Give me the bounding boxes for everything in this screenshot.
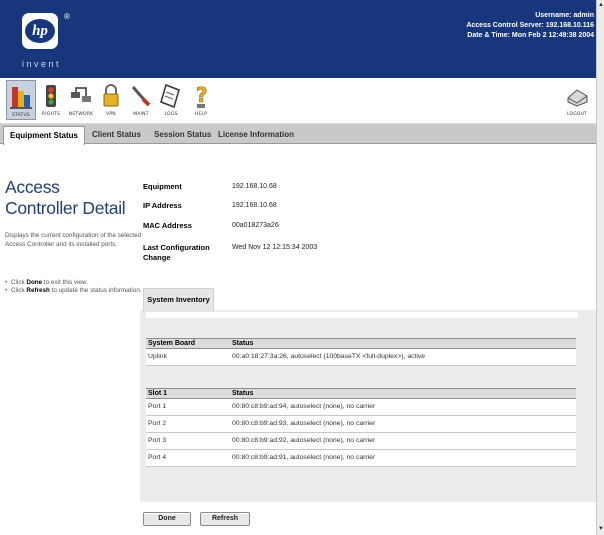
tip-refresh-prefix: Click: [11, 287, 27, 294]
toolbar-logs-label: LOGS: [164, 112, 178, 117]
help-tips: Click Done to exit this view. Click Refr…: [5, 279, 143, 295]
brand-tagline: invent: [22, 59, 62, 69]
port-name: Uplink: [148, 353, 167, 360]
inventory-top-divider: [146, 312, 578, 318]
toolbar-maint-button[interactable]: MAINT: [126, 82, 156, 117]
toolbar-network-label: NETWORK: [68, 112, 94, 117]
datetime-label: Date & Time:: [467, 32, 510, 39]
last-config-change-value: Wed Nov 12 12:15:34 2003: [232, 244, 318, 251]
table-row: Uplink 00:a0:18:27:3a:26, autoselect (10…: [146, 349, 576, 366]
port-name: Port 3: [148, 437, 167, 444]
mac-address-value: 00a018273a26: [232, 222, 279, 229]
system-board-table: System Board Status Uplink 00:a0:18:27:3…: [146, 338, 576, 366]
session-info: Username: admin Access Control Server: 1…: [466, 11, 594, 41]
tab-license-information[interactable]: License Information: [212, 126, 300, 144]
maint-icon: [131, 86, 151, 107]
system-board-heading: System Board: [148, 340, 196, 347]
system-board-status-heading: Status: [232, 340, 254, 347]
page-description: Displays the current configuration of th…: [5, 232, 142, 248]
port-status: 00:80:c8:b9:ad:92, autoselect (none), no…: [232, 437, 376, 444]
server-value: 192.168.10.116: [545, 22, 594, 29]
datetime-value: Mon Feb 2 12:49:38 2004: [511, 32, 594, 39]
server-label: Access Control Server:: [466, 22, 544, 29]
username-value: admin: [573, 12, 594, 19]
tab-client-status[interactable]: Client Status: [86, 126, 147, 144]
svg-text:?: ?: [196, 83, 208, 107]
system-board-header: System Board Status: [146, 338, 576, 349]
tip-refresh-suffix: to update the status information.: [49, 287, 142, 294]
toolbar-help-label: HELP: [194, 112, 208, 117]
toolbar-network-button[interactable]: NETWORK: [66, 82, 96, 117]
tab-equipment-status[interactable]: Equipment Status: [3, 126, 86, 145]
done-button[interactable]: Done: [143, 512, 191, 526]
toolbar-logs-button[interactable]: LOGS: [156, 82, 186, 117]
ip-address-label: IP Address: [143, 201, 182, 210]
toolbar-rights-label: RIGHTS: [41, 112, 61, 117]
toolbar-maint-label: MAINT: [133, 112, 149, 117]
status-icon: [10, 87, 32, 109]
port-name: Port 1: [148, 403, 167, 410]
rights-icon: [46, 85, 56, 107]
last-config-change-label: Last Configuration Change: [143, 243, 210, 262]
toolbar-rights-button[interactable]: RIGHTS: [36, 82, 66, 117]
tab-system-inventory[interactable]: System Inventory: [143, 288, 214, 312]
toolbar-vpn-button[interactable]: VPN: [96, 82, 126, 117]
main-toolbar: STATUS RIGHTS NETWORK VPN MAINT LOGS ? H…: [0, 78, 596, 124]
scroll-up-icon[interactable]: ▲: [597, 1, 604, 9]
vpn-icon: [103, 84, 119, 107]
port-status: 00:80:c8:b9:ad:94, autoselect (none), no…: [232, 403, 376, 410]
help-icon: ?: [196, 83, 208, 108]
slot-1-status-heading: Status: [232, 390, 254, 397]
hp-logo-mark: hp: [25, 19, 55, 43]
tip-done-keyword: Done: [26, 279, 43, 286]
port-status: 00:a0:18:27:3a:26, autoselect (100baseTX…: [232, 353, 426, 360]
page-title-line2: Controller Detail: [5, 198, 126, 218]
tip-refresh-keyword: Refresh: [26, 287, 50, 294]
app-header: hp ® invent Username: admin Access Contr…: [0, 0, 596, 78]
table-row: Port 3 00:80:c8:b9:ad:92, autoselect (no…: [146, 433, 576, 450]
toolbar-vpn-label: VPN: [106, 112, 116, 117]
registered-mark: ®: [64, 12, 70, 21]
table-row: Port 2 00:80:c8:b9:ad:93, autoselect (no…: [146, 416, 576, 433]
equipment-label: Equipment: [143, 182, 182, 191]
network-icon: [71, 87, 91, 102]
slot-1-heading: Slot 1: [148, 390, 168, 397]
port-status: 00:80:c8:b9:ad:91, autoselect (none), no…: [232, 454, 376, 461]
toolbar-help-button[interactable]: ? HELP: [186, 82, 216, 117]
ip-address-value: 192.168.10.68: [232, 202, 277, 209]
mac-address-label: MAC Address: [143, 221, 192, 230]
toolbar-status-button[interactable]: STATUS: [6, 80, 36, 120]
table-row: Port 1 00:80:c8:b9:ad:94, autoselect (no…: [146, 399, 576, 416]
refresh-button[interactable]: Refresh: [200, 512, 250, 526]
port-name: Port 2: [148, 420, 167, 427]
page-title-line1: Access: [5, 177, 60, 197]
slot-1-header: Slot 1 Status: [146, 388, 576, 399]
tip-done-suffix: to exit this view.: [42, 279, 89, 286]
scroll-down-icon[interactable]: ▼: [597, 525, 604, 533]
table-row: Port 4 00:80:c8:b9:ad:91, autoselect (no…: [146, 450, 576, 467]
equipment-value: 192.168.10.68: [232, 183, 277, 190]
logout-icon: [567, 89, 588, 107]
page-title: Access Controller Detail: [5, 177, 126, 219]
hp-logo: hp: [22, 13, 58, 49]
port-status: 00:80:c8:b9:ad:93, autoselect (none), no…: [232, 420, 376, 427]
port-name: Port 4: [148, 454, 167, 461]
slot-1-table: Slot 1 Status Port 1 00:80:c8:b9:ad:94, …: [146, 388, 576, 467]
toolbar-logout-label: LOGOUT: [566, 112, 588, 117]
toolbar-status-label: STATUS: [11, 113, 31, 118]
tab-bar: Equipment Status Client Status Session S…: [0, 124, 596, 145]
username-label: Username:: [535, 12, 572, 19]
toolbar-logout-button[interactable]: LOGOUT: [562, 82, 592, 117]
tab-session-status[interactable]: Session Status: [148, 126, 217, 144]
tip-done: Click Done to exit this view.: [5, 279, 143, 287]
vertical-scrollbar[interactable]: ▲ ▼: [596, 0, 604, 535]
logs-icon: [160, 84, 180, 108]
tip-refresh: Click Refresh to update the status infor…: [5, 287, 143, 295]
tip-done-prefix: Click: [11, 279, 27, 286]
